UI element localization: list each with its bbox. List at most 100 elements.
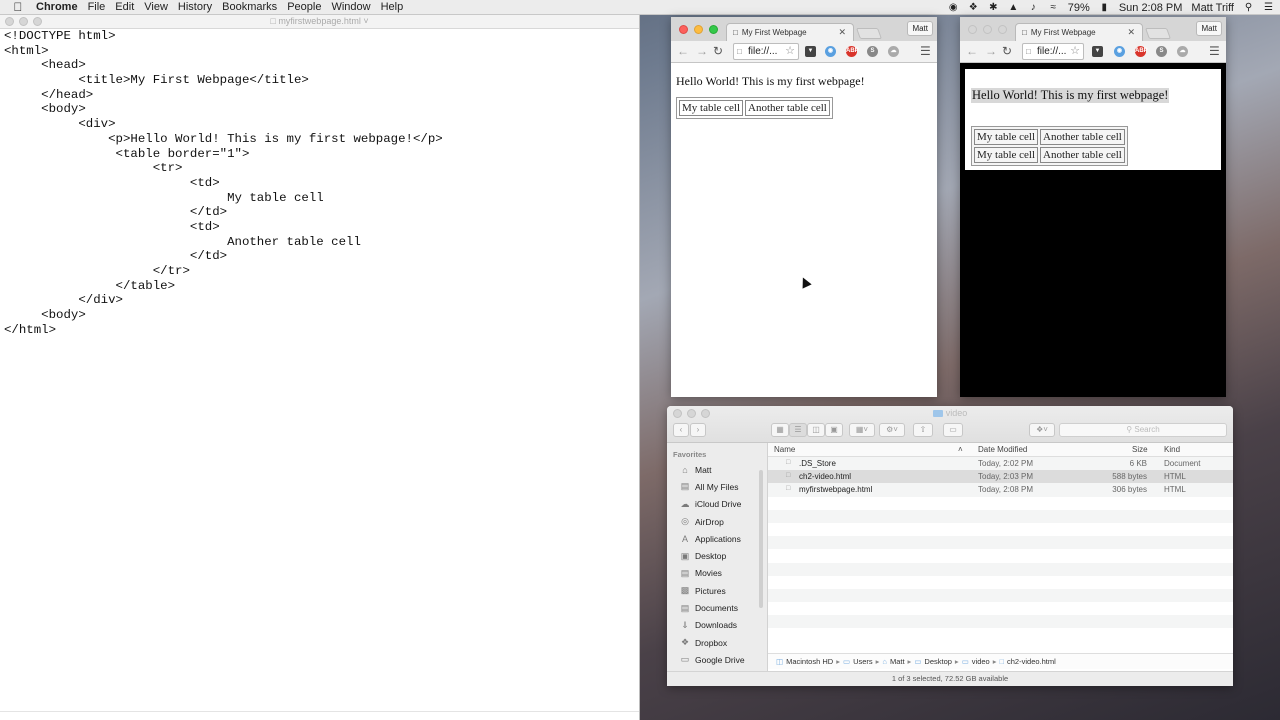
cover-flow-button[interactable]: ▣ [825, 423, 843, 437]
zoom-button[interactable] [998, 25, 1007, 34]
code-line[interactable]: <td> [4, 220, 639, 235]
back-button[interactable]: ‹ [673, 423, 689, 437]
column-name-header[interactable]: Name [774, 445, 795, 454]
new-tab-button[interactable] [855, 28, 883, 39]
sidebar-item-pictures[interactable]: ▩ Pictures [667, 582, 767, 599]
cloud-icon[interactable]: ☁ [888, 46, 899, 57]
notification-center-icon[interactable]: ☰ [1263, 2, 1274, 13]
zoom-button[interactable] [709, 25, 718, 34]
arrange-button[interactable]: ▦˅ [849, 423, 875, 437]
bluetooth-icon[interactable]: ✱ [988, 2, 999, 13]
minimize-button[interactable] [694, 25, 703, 34]
editor-scrollbar[interactable] [628, 37, 636, 713]
sidebar-item-applications[interactable]: A Applications [667, 530, 767, 547]
back-icon[interactable]: ← [966, 44, 978, 58]
chrome-menu-icon[interactable]: ☰ [1209, 44, 1220, 58]
path-segment[interactable]: Matt [890, 657, 905, 666]
code-line[interactable]: <div> [4, 117, 639, 132]
column-date-header[interactable]: Date Modified [978, 445, 1027, 454]
sidebar-item-dropbox[interactable]: ❖ Dropbox [667, 634, 767, 651]
sidebar-scrollbar[interactable] [759, 470, 763, 608]
close-tab-icon[interactable]: ✕ [838, 27, 846, 38]
action-gear-icon[interactable]: ⚙˅ [879, 423, 905, 437]
sidebar-item-movies[interactable]: ▤ Movies [667, 565, 767, 582]
chrome-menu-icon[interactable]: ☰ [920, 44, 931, 58]
column-view-button[interactable]: ◫ [807, 423, 825, 437]
drive-icon[interactable]: ▲ [1008, 2, 1019, 13]
sidebar-item-google-drive[interactable]: ▭ Google Drive [667, 651, 767, 668]
sidebar-item-documents[interactable]: ▤ Documents [667, 599, 767, 616]
bookmark-star-icon[interactable]: ☆ [1070, 44, 1080, 59]
menu-chrome[interactable]: Chrome [36, 1, 86, 13]
code-line[interactable]: </html> [4, 323, 639, 338]
menu-history[interactable]: History [176, 1, 220, 13]
menu-help[interactable]: Help [379, 1, 412, 13]
record-icon[interactable]: ◉ [948, 2, 959, 13]
reload-icon[interactable]: ↻ [713, 44, 723, 58]
battery-icon[interactable]: ▮ [1099, 2, 1110, 13]
cloud-icon[interactable]: ☁ [1177, 46, 1188, 57]
code-line[interactable]: <title>My First Webpage</title> [4, 73, 639, 88]
reload-icon[interactable]: ↻ [1002, 44, 1012, 58]
user-name[interactable]: Matt Triff [1191, 2, 1234, 14]
search-input[interactable]: ⚲ Search [1059, 423, 1227, 437]
clock[interactable]: Sun 2:08 PM [1119, 2, 1183, 14]
code-line[interactable]: Another table cell [4, 235, 639, 250]
path-segment[interactable]: Desktop [924, 657, 952, 666]
volume-icon[interactable]: ♪ [1028, 2, 1039, 13]
sidebar-item-icloud-drive[interactable]: ☁ iCloud Drive [667, 496, 767, 513]
column-kind-header[interactable]: Kind [1164, 445, 1180, 454]
code-line[interactable]: </table> [4, 279, 639, 294]
spotlight-icon[interactable]: ⚲ [1243, 2, 1254, 13]
skype-icon[interactable]: S [867, 46, 878, 57]
menu-window[interactable]: Window [329, 1, 378, 13]
screenshot-icon[interactable]: ◉ [1114, 46, 1125, 57]
close-button[interactable] [679, 25, 688, 34]
wifi-icon[interactable]: ≈ [1048, 2, 1059, 13]
sidebar-item-airdrop[interactable]: ◎ AirDrop [667, 513, 767, 530]
dropbox-menu-icon[interactable]: ❖˅ [1029, 423, 1055, 437]
code-line[interactable]: <html> [4, 44, 639, 59]
tab-my-first-webpage[interactable]: □ My First Webpage ✕ [1015, 23, 1143, 41]
tags-icon[interactable]: ▭ [943, 423, 963, 437]
dropbox-icon[interactable]: ❖ [968, 2, 979, 13]
code-line[interactable]: <head> [4, 58, 639, 73]
code-line[interactable]: <!DOCTYPE html> [4, 29, 639, 44]
code-line[interactable]: </td> [4, 205, 639, 220]
code-line[interactable]: <table border="1"> [4, 147, 639, 162]
sidebar-item-desktop[interactable]: ▣ Desktop [667, 547, 767, 564]
code-line[interactable]: </td> [4, 249, 639, 264]
adblock-icon[interactable]: ABP [1135, 46, 1148, 57]
code-line[interactable]: </head> [4, 88, 639, 103]
sidebar-item-downloads[interactable]: ⇓ Downloads [667, 617, 767, 634]
close-button[interactable] [968, 25, 977, 34]
pocket-icon[interactable]: ▼ [805, 46, 816, 57]
new-tab-button[interactable] [1144, 28, 1172, 39]
menu-view[interactable]: View [142, 1, 176, 13]
menu-edit[interactable]: Edit [113, 1, 142, 13]
code-line[interactable]: <td> [4, 176, 639, 191]
forward-icon[interactable]: → [696, 44, 708, 58]
adblock-icon[interactable]: ABP [846, 46, 859, 57]
back-icon[interactable]: ← [677, 44, 689, 58]
file-row[interactable]: □ ch2-video.html Today, 2:03 PM 588 bytes HT… [768, 470, 1233, 484]
screenshot-icon[interactable]: ◉ [825, 46, 836, 57]
share-icon[interactable]: ⇧ [913, 423, 933, 437]
menu-bookmarks[interactable]: Bookmarks [220, 1, 285, 13]
code-line[interactable]: </tr> [4, 264, 639, 279]
menu-people[interactable]: People [285, 1, 329, 13]
file-row[interactable]: □ .DS_Store Today, 2:02 PM 6 KB Document [768, 457, 1233, 471]
code-area[interactable]: <!DOCTYPE html> <html> <head> <title>My F… [0, 29, 639, 337]
code-line[interactable]: <p>Hello World! This is my first webpage… [4, 132, 639, 147]
sort-chevron-icon[interactable]: ˄ [958, 445, 963, 454]
code-line[interactable]: </div> [4, 293, 639, 308]
pocket-icon[interactable]: ▼ [1092, 46, 1103, 57]
column-size-header[interactable]: Size [1132, 445, 1148, 454]
path-segment[interactable]: ch2-video.html [1007, 657, 1056, 666]
forward-icon[interactable]: → [985, 44, 997, 58]
list-view-button[interactable]: ☰ [789, 423, 807, 437]
forward-button[interactable]: › [690, 423, 706, 437]
sidebar-item-matt[interactable]: ⌂ Matt [667, 461, 767, 478]
file-row[interactable]: □ myfirstwebpage.html Today, 2:08 PM 306 by… [768, 483, 1233, 497]
menu-file[interactable]: File [86, 1, 114, 13]
